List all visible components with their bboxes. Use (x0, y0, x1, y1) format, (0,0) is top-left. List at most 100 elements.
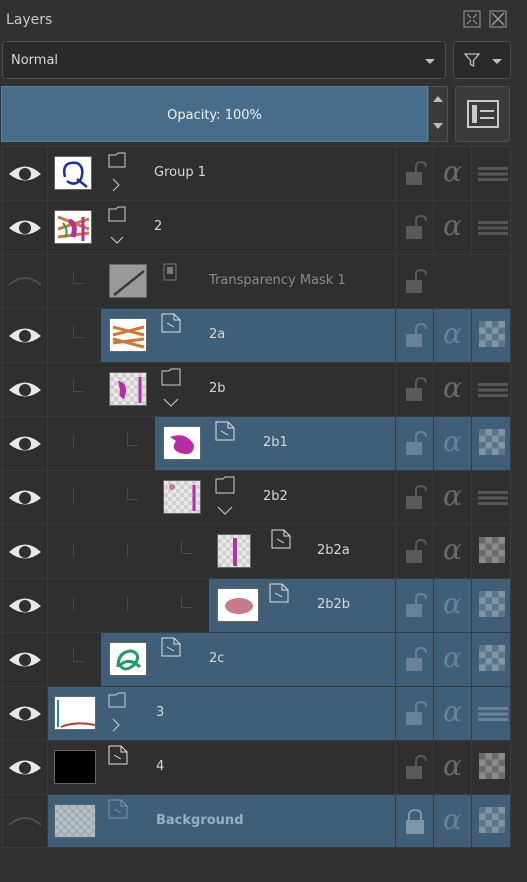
inherit-alpha-icon[interactable] (471, 633, 509, 686)
eye-icon[interactable] (3, 525, 48, 578)
layer-name[interactable]: Background (156, 813, 244, 828)
lock-icon[interactable] (395, 363, 433, 416)
lock-closed-icon[interactable] (395, 795, 433, 847)
filter-button[interactable] (453, 41, 511, 79)
layer-name[interactable]: 2a (209, 327, 225, 342)
folder-icon (161, 368, 181, 407)
alpha-lock-icon[interactable]: α (433, 201, 471, 254)
inherit-alpha-icon[interactable] (471, 417, 509, 470)
alpha-lock-icon[interactable]: α (433, 741, 471, 794)
lock-icon[interactable] (395, 687, 433, 740)
tree-guide (73, 543, 74, 557)
alpha-lock-icon[interactable]: α (433, 525, 471, 578)
alpha-lock-icon[interactable]: α (433, 579, 471, 632)
panel-title: Layers (6, 12, 53, 28)
alpha-lock-icon[interactable]: α (433, 471, 471, 524)
eye-closed-icon[interactable] (3, 795, 48, 848)
layer-name[interactable]: 2b1 (263, 435, 288, 450)
opacity-spinner[interactable] (428, 86, 448, 142)
alpha-lock-icon[interactable]: α (433, 309, 471, 362)
layer-thumbnail (54, 804, 96, 838)
lock-icon[interactable] (395, 417, 433, 470)
float-panel-icon[interactable] (463, 10, 481, 28)
close-panel-icon[interactable] (489, 10, 507, 28)
layer-name[interactable]: 2c (209, 651, 224, 666)
layer-row[interactable]: Group 1 α (3, 147, 510, 201)
inherit-alpha-icon[interactable] (471, 147, 509, 200)
alpha-lock-icon[interactable]: α (433, 633, 471, 686)
spin-down-icon[interactable] (433, 123, 443, 129)
layer-name[interactable]: 2b2a (317, 543, 350, 558)
lock-icon[interactable] (395, 525, 433, 578)
layer-row[interactable]: 2 α (3, 201, 510, 255)
folder-icon (108, 206, 126, 244)
layer-name[interactable]: 3 (156, 705, 164, 720)
layer-row[interactable]: 2b α (3, 363, 510, 417)
tree-guide (181, 595, 192, 608)
eye-icon[interactable] (3, 741, 48, 794)
lock-icon[interactable] (395, 741, 433, 794)
layer-row[interactable]: 2b2b α (3, 579, 510, 633)
eye-icon[interactable] (3, 579, 48, 632)
inherit-alpha-icon[interactable] (471, 363, 509, 416)
eye-icon[interactable] (3, 471, 48, 524)
eye-icon[interactable] (3, 147, 48, 200)
inherit-alpha-icon[interactable] (471, 795, 509, 847)
lock-icon[interactable] (395, 579, 433, 632)
layer-row[interactable]: 4 α (3, 741, 510, 795)
layer-row[interactable]: 3 α (3, 687, 510, 741)
layer-name[interactable]: 2b2 (263, 489, 288, 504)
alpha-lock-icon[interactable]: α (433, 795, 471, 847)
layer-name[interactable]: Transparency Mask 1 (209, 273, 346, 288)
inherit-alpha-icon[interactable] (471, 471, 509, 524)
layer-name[interactable]: 2 (154, 219, 162, 234)
spin-up-icon[interactable] (433, 96, 443, 102)
alpha-lock-icon[interactable]: α (433, 417, 471, 470)
lock-icon[interactable] (395, 255, 433, 308)
inherit-alpha-icon[interactable] (471, 687, 509, 740)
eye-icon[interactable] (3, 309, 48, 362)
layer-row[interactable]: Background α (3, 795, 510, 848)
view-options-button[interactable] (455, 86, 510, 142)
layer-row[interactable]: 2b2 α (3, 471, 510, 525)
inherit-alpha-icon[interactable] (471, 309, 509, 362)
layer-row[interactable]: 2b1 α (3, 417, 510, 471)
layer-name[interactable]: 2b2b (317, 597, 350, 612)
tree-guide (73, 379, 84, 392)
lock-icon[interactable] (395, 471, 433, 524)
layer-name[interactable]: 4 (156, 759, 164, 774)
lock-icon[interactable] (395, 147, 433, 200)
eye-closed-icon[interactable] (3, 255, 48, 308)
inherit-alpha-icon[interactable] (471, 525, 509, 578)
eye-icon[interactable] (3, 633, 48, 686)
layer-row[interactable]: 2c α (3, 633, 510, 687)
eye-icon[interactable] (3, 687, 48, 740)
inherit-alpha-icon[interactable] (471, 201, 509, 254)
lock-icon[interactable] (395, 201, 433, 254)
tree-guide (127, 487, 138, 500)
inherit-alpha-icon[interactable] (471, 579, 509, 632)
opacity-slider[interactable]: Opacity: 100% (1, 86, 428, 142)
tree-guide (73, 597, 74, 611)
layer-row[interactable]: 2b2a α (3, 525, 510, 579)
eye-icon[interactable] (3, 201, 48, 254)
layer-thumbnail (109, 318, 147, 352)
layer-name[interactable]: 2b (209, 381, 226, 396)
layer-name[interactable]: Group 1 (154, 165, 206, 180)
alpha-lock-icon[interactable]: α (433, 147, 471, 200)
folder-icon (108, 692, 126, 732)
paint-layer-icon (108, 745, 128, 765)
tree-guide (127, 433, 138, 446)
layer-row[interactable]: Transparency Mask 1 (3, 255, 510, 309)
lock-icon[interactable] (395, 633, 433, 686)
layer-thumbnail (163, 480, 201, 514)
lock-icon[interactable] (395, 309, 433, 362)
layer-row[interactable]: 2a α (3, 309, 510, 363)
eye-icon[interactable] (3, 417, 48, 470)
alpha-lock-icon[interactable]: α (433, 363, 471, 416)
eye-icon[interactable] (3, 363, 48, 416)
inherit-alpha-icon[interactable] (471, 741, 509, 794)
blend-mode-dropdown[interactable]: Normal (2, 41, 446, 79)
tree-guide (73, 435, 74, 449)
alpha-lock-icon[interactable]: α (433, 687, 471, 740)
